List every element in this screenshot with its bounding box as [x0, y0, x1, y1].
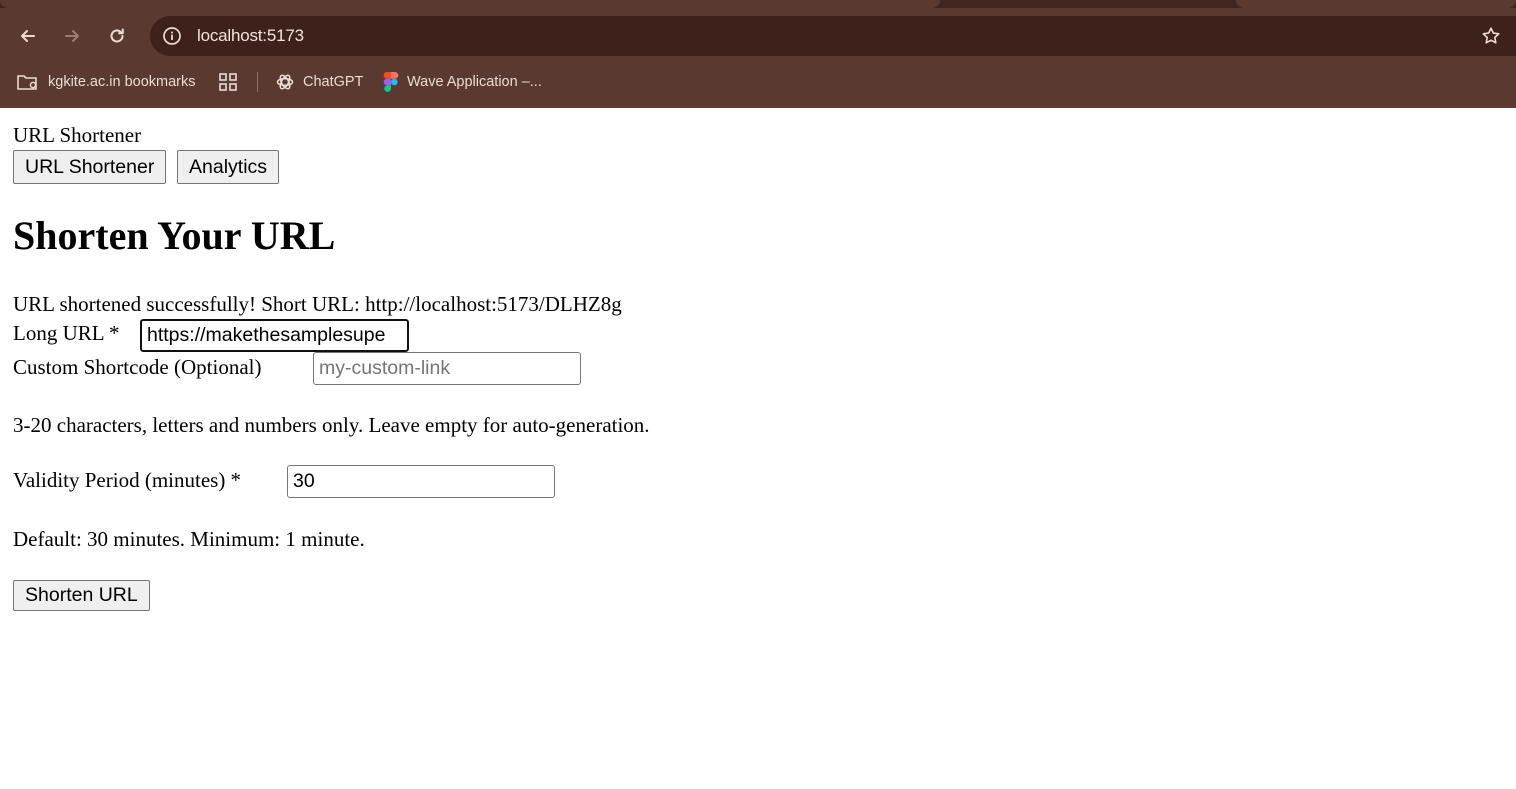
active-tab-edge[interactable] — [0, 0, 940, 8]
validity-period-input[interactable]: 30 — [287, 465, 555, 498]
bookmark-wave-application[interactable]: Wave Application –... — [383, 70, 542, 94]
validity-help-text: Default: 30 minutes. Minimum: 1 minute. — [13, 527, 365, 551]
bookmark-label: kgkite.ac.in bookmarks — [48, 74, 196, 90]
reload-button[interactable] — [101, 20, 133, 52]
app-title: URL Shortener — [13, 123, 142, 147]
figma-icon — [383, 72, 399, 92]
nav-analytics-button[interactable]: Analytics — [177, 150, 280, 184]
bookmarks-divider — [257, 72, 258, 92]
chatgpt-icon — [276, 74, 294, 90]
bookmark-kgkite-folder[interactable]: kgkite.ac.in bookmarks — [16, 70, 195, 94]
page-content: URL Shortener URL Shortener Analytics Sh… — [13, 108, 1503, 611]
apps-grid-icon — [219, 73, 237, 91]
address-bar-url[interactable]: localhost:5173 — [197, 26, 304, 46]
custom-shortcode-label: Custom Shortcode (Optional) — [13, 355, 262, 379]
tab-edge[interactable] — [1236, 0, 1516, 8]
validity-period-label: Validity Period (minutes) * — [13, 468, 242, 492]
long-url-input[interactable]: https://makethesamplesupe — [139, 318, 410, 353]
site-info-button[interactable] — [158, 22, 186, 50]
back-button[interactable] — [12, 20, 44, 52]
page-heading: Shorten Your URL — [13, 213, 336, 258]
app-nav: URL Shortener Analytics — [13, 150, 1503, 185]
shorten-url-button[interactable]: Shorten URL — [13, 580, 150, 611]
star-icon — [1482, 27, 1500, 44]
info-icon — [163, 27, 181, 45]
custom-shortcode-input[interactable]: my-custom-link — [313, 352, 581, 385]
custom-shortcode-placeholder: my-custom-link — [319, 357, 451, 379]
shortcode-help-text: 3-20 characters, letters and numbers onl… — [13, 413, 650, 437]
tab-strip — [0, 0, 1516, 8]
bookmarks-bar: kgkite.ac.in bookmarks ChatGPT Wave Appl… — [0, 64, 1516, 100]
nav-url-shortener-button[interactable]: URL Shortener — [13, 150, 167, 184]
arrow-right-icon — [65, 30, 79, 42]
bookmark-label: ChatGPT — [303, 74, 364, 90]
bookmark-apps[interactable] — [218, 70, 238, 94]
bookmark-star-button[interactable] — [1480, 25, 1502, 47]
forward-button[interactable] — [56, 20, 88, 52]
browser-chrome: localhost:5173 kgkite.ac.in bookmarks Ch… — [0, 0, 1516, 108]
arrow-left-icon — [21, 30, 35, 42]
success-message: URL shortened successfully! Short URL: h… — [13, 292, 622, 316]
bookmark-label: Wave Application –... — [407, 74, 542, 90]
folder-settings-icon — [17, 75, 37, 90]
long-url-label: Long URL * — [13, 321, 120, 345]
reload-icon — [110, 28, 124, 43]
bookmark-chatgpt[interactable]: ChatGPT — [275, 70, 363, 94]
browser-toolbar: localhost:5173 — [0, 8, 1516, 64]
address-bar[interactable]: localhost:5173 — [150, 16, 1516, 56]
